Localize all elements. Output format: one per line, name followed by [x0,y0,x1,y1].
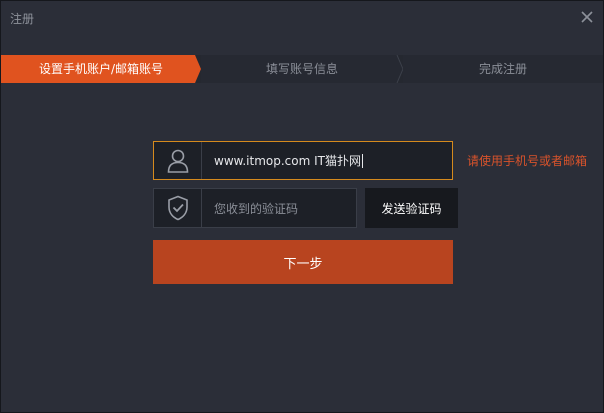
text-caret [361,153,363,168]
step-1-label: 设置手机账户/邮箱账号 [38,62,164,76]
step-2-label: 填写账号信息 [265,62,338,76]
close-icon[interactable] [579,9,595,25]
step-3-label: 完成注册 [478,62,527,76]
send-code-button[interactable]: 发送验证码 [365,188,458,228]
window-title: 注册 [10,12,35,26]
step-2: 填写账号信息 [201,55,403,83]
step-progress-bar: 设置手机账户/邮箱账号 填写账号信息 完成注册 [1,55,603,83]
step-1: 设置手机账户/邮箱账号 [1,55,201,83]
account-input-value[interactable]: www.itmop.com IT猫扑网 [214,152,361,169]
shield-check-icon [154,189,202,227]
account-field[interactable]: www.itmop.com IT猫扑网 [153,141,453,180]
title-bar: 注册 [1,1,603,35]
user-icon [154,142,202,179]
register-window: 注册 设置手机账户/邮箱账号 填写账号信息 完成注册 www.itmop.com… [0,0,604,413]
next-step-button[interactable]: 下一步 [153,240,453,284]
account-hint: 请使用手机号或者邮箱 [467,154,588,168]
verification-code-field[interactable]: 您收到的验证码 [153,188,357,228]
step-3: 完成注册 [403,55,603,83]
code-input-placeholder[interactable]: 您收到的验证码 [214,189,298,227]
